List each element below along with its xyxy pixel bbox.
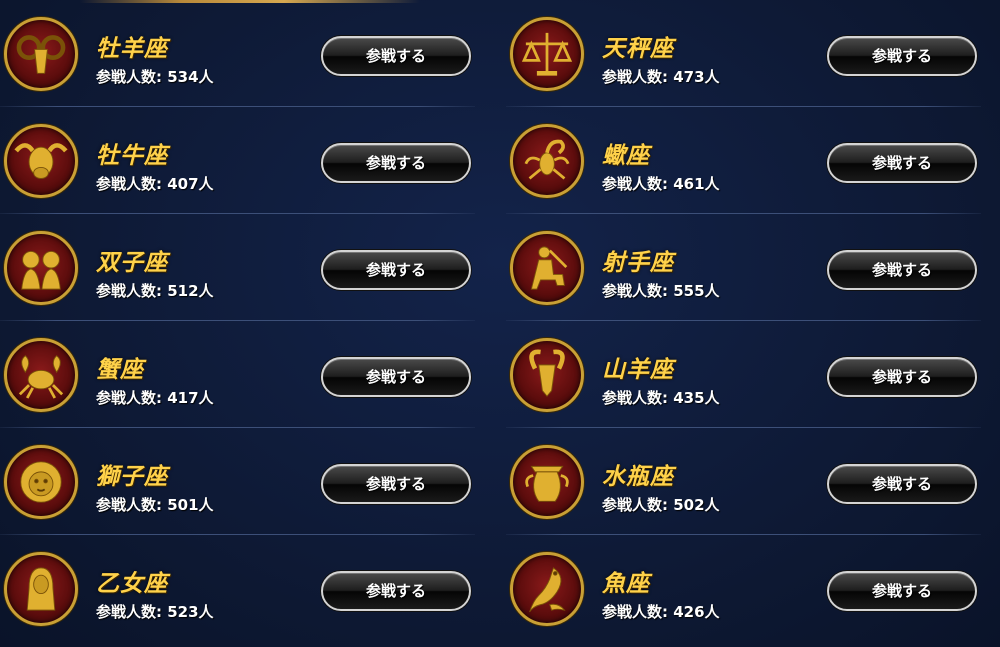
participant-count: 参戦人数: 501人 — [96, 496, 214, 514]
constellation-row-sagittarius: 射手座 参戦人数: 555人 参戦する — [506, 214, 981, 321]
left-column: 牡羊座 参戦人数: 534人 参戦する 牡牛座 参戦人数: 407人 参戦する — [0, 0, 475, 642]
sagittarius-emblem-icon — [510, 231, 584, 305]
join-battle-button[interactable]: 参戦する — [827, 143, 977, 183]
constellation-row-pisces: 魚座 参戦人数: 426人 参戦する — [506, 535, 981, 642]
constellation-row-cancer: 蟹座 参戦人数: 417人 参戦する — [0, 321, 475, 428]
join-battle-button[interactable]: 参戦する — [827, 571, 977, 611]
virgo-emblem-icon — [4, 552, 78, 626]
participant-count: 参戦人数: 512人 — [96, 282, 214, 300]
cancer-emblem-icon — [4, 338, 78, 412]
constellation-name: 水瓶座 — [602, 463, 674, 490]
join-battle-button[interactable]: 参戦する — [321, 143, 471, 183]
pisces-emblem-icon — [510, 552, 584, 626]
constellation-name: 魚座 — [602, 570, 650, 597]
taurus-emblem-icon — [4, 124, 78, 198]
gemini-emblem-icon — [4, 231, 78, 305]
constellation-row-gemini: 双子座 参戦人数: 512人 参戦する — [0, 214, 475, 321]
constellation-name: 獅子座 — [96, 463, 168, 490]
right-column: 天秤座 参戦人数: 473人 参戦する 蠍座 参戦人数: 461人 参戦する 射… — [506, 0, 981, 642]
join-battle-button[interactable]: 参戦する — [827, 464, 977, 504]
participant-count: 参戦人数: 407人 — [96, 175, 214, 193]
participant-count: 参戦人数: 502人 — [602, 496, 720, 514]
participant-count: 参戦人数: 435人 — [602, 389, 720, 407]
constellation-row-aries: 牡羊座 参戦人数: 534人 参戦する — [0, 0, 475, 107]
participant-count: 参戦人数: 417人 — [96, 389, 214, 407]
leo-emblem-icon — [4, 445, 78, 519]
participant-count: 参戦人数: 461人 — [602, 175, 720, 193]
aries-emblem-icon — [4, 17, 78, 91]
join-battle-button[interactable]: 参戦する — [827, 250, 977, 290]
participant-count: 参戦人数: 473人 — [602, 68, 720, 86]
scorpio-emblem-icon — [510, 124, 584, 198]
aquarius-emblem-icon — [510, 445, 584, 519]
constellation-name: 牡牛座 — [96, 142, 168, 169]
constellation-name: 牡羊座 — [96, 35, 168, 62]
join-battle-button[interactable]: 参戦する — [321, 36, 471, 76]
constellation-row-libra: 天秤座 参戦人数: 473人 参戦する — [506, 0, 981, 107]
join-battle-button[interactable]: 参戦する — [827, 357, 977, 397]
constellation-name: 蠍座 — [602, 142, 650, 169]
constellation-name: 乙女座 — [96, 570, 168, 597]
capricorn-emblem-icon — [510, 338, 584, 412]
constellation-row-taurus: 牡牛座 参戦人数: 407人 参戦する — [0, 107, 475, 214]
constellation-row-virgo: 乙女座 参戦人数: 523人 参戦する — [0, 535, 475, 642]
constellation-row-leo: 獅子座 参戦人数: 501人 参戦する — [0, 428, 475, 535]
constellation-row-aquarius: 水瓶座 参戦人数: 502人 参戦する — [506, 428, 981, 535]
constellation-row-capricorn: 山羊座 参戦人数: 435人 参戦する — [506, 321, 981, 428]
join-battle-button[interactable]: 参戦する — [827, 36, 977, 76]
constellation-select-screen: 牡羊座 参戦人数: 534人 参戦する 牡牛座 参戦人数: 407人 参戦する — [0, 0, 1000, 647]
participant-count: 参戦人数: 555人 — [602, 282, 720, 300]
libra-emblem-icon — [510, 17, 584, 91]
participant-count: 参戦人数: 523人 — [96, 603, 214, 621]
join-battle-button[interactable]: 参戦する — [321, 464, 471, 504]
participant-count: 参戦人数: 426人 — [602, 603, 720, 621]
constellation-name: 双子座 — [96, 249, 168, 276]
constellation-name: 天秤座 — [602, 35, 674, 62]
participant-count: 参戦人数: 534人 — [96, 68, 214, 86]
constellation-row-scorpio: 蠍座 参戦人数: 461人 参戦する — [506, 107, 981, 214]
constellation-name: 蟹座 — [96, 356, 144, 383]
join-battle-button[interactable]: 参戦する — [321, 357, 471, 397]
constellation-name: 山羊座 — [602, 356, 674, 383]
constellation-name: 射手座 — [602, 249, 674, 276]
join-battle-button[interactable]: 参戦する — [321, 250, 471, 290]
join-battle-button[interactable]: 参戦する — [321, 571, 471, 611]
